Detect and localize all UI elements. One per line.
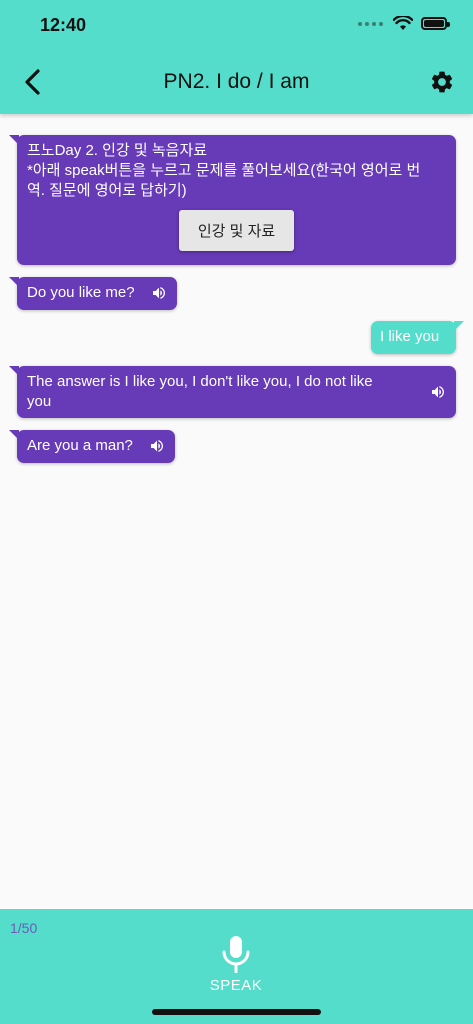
message-text: Are you a man?	[27, 437, 133, 454]
app-bar: 12:40 PN2. I do / I am	[0, 0, 473, 114]
progress-counter: 1/50	[10, 920, 38, 936]
bot-message-intro: 프노Day 2. 인강 및 녹음자료 *아래 speak버튼을 누르고 문제를 …	[9, 135, 456, 265]
bot-message: Do you like me?	[9, 277, 177, 310]
speaker-icon[interactable]	[151, 285, 167, 301]
battery-icon	[421, 17, 450, 30]
message-text: I like you	[380, 328, 440, 345]
status-icons	[358, 16, 450, 31]
speak-button[interactable]: SPEAK	[196, 935, 276, 1001]
message-text: Do you like me?	[27, 284, 135, 301]
page-title: PN2. I do / I am	[163, 70, 310, 93]
message-title: 프노Day 2. 인강 및 녹음자료	[27, 142, 208, 159]
user-message: I like you	[371, 321, 464, 354]
status-time: 12:40	[40, 15, 87, 35]
wifi-icon	[393, 16, 413, 30]
message-text-cont: you	[27, 393, 52, 410]
message-text-cont: 역. 질문에 영어로 답하기)	[27, 182, 187, 199]
message-text: The answer is I like you, I don't like y…	[27, 373, 373, 390]
microphone-icon	[222, 936, 250, 973]
gear-icon	[431, 71, 453, 93]
message-text: *아래 speak버튼을 누르고 문제를 풀어보세요(한국어 영어로 번	[27, 162, 421, 179]
lecture-resource-button[interactable]: 인강 및 자료	[179, 210, 294, 251]
speaker-icon[interactable]	[430, 384, 446, 400]
home-indicator	[152, 1009, 321, 1015]
bottom-bar: 1/50 SPEAK	[0, 909, 473, 1024]
bot-message: Are you a man?	[9, 430, 175, 463]
signal-icon	[358, 21, 383, 26]
bot-message-answer: The answer is I like you, I don't like y…	[9, 366, 456, 418]
back-button[interactable]	[20, 66, 48, 98]
settings-button[interactable]	[429, 69, 457, 97]
speak-label: SPEAK	[209, 977, 263, 994]
speaker-icon[interactable]	[149, 438, 165, 454]
chevron-left-icon	[25, 69, 40, 95]
